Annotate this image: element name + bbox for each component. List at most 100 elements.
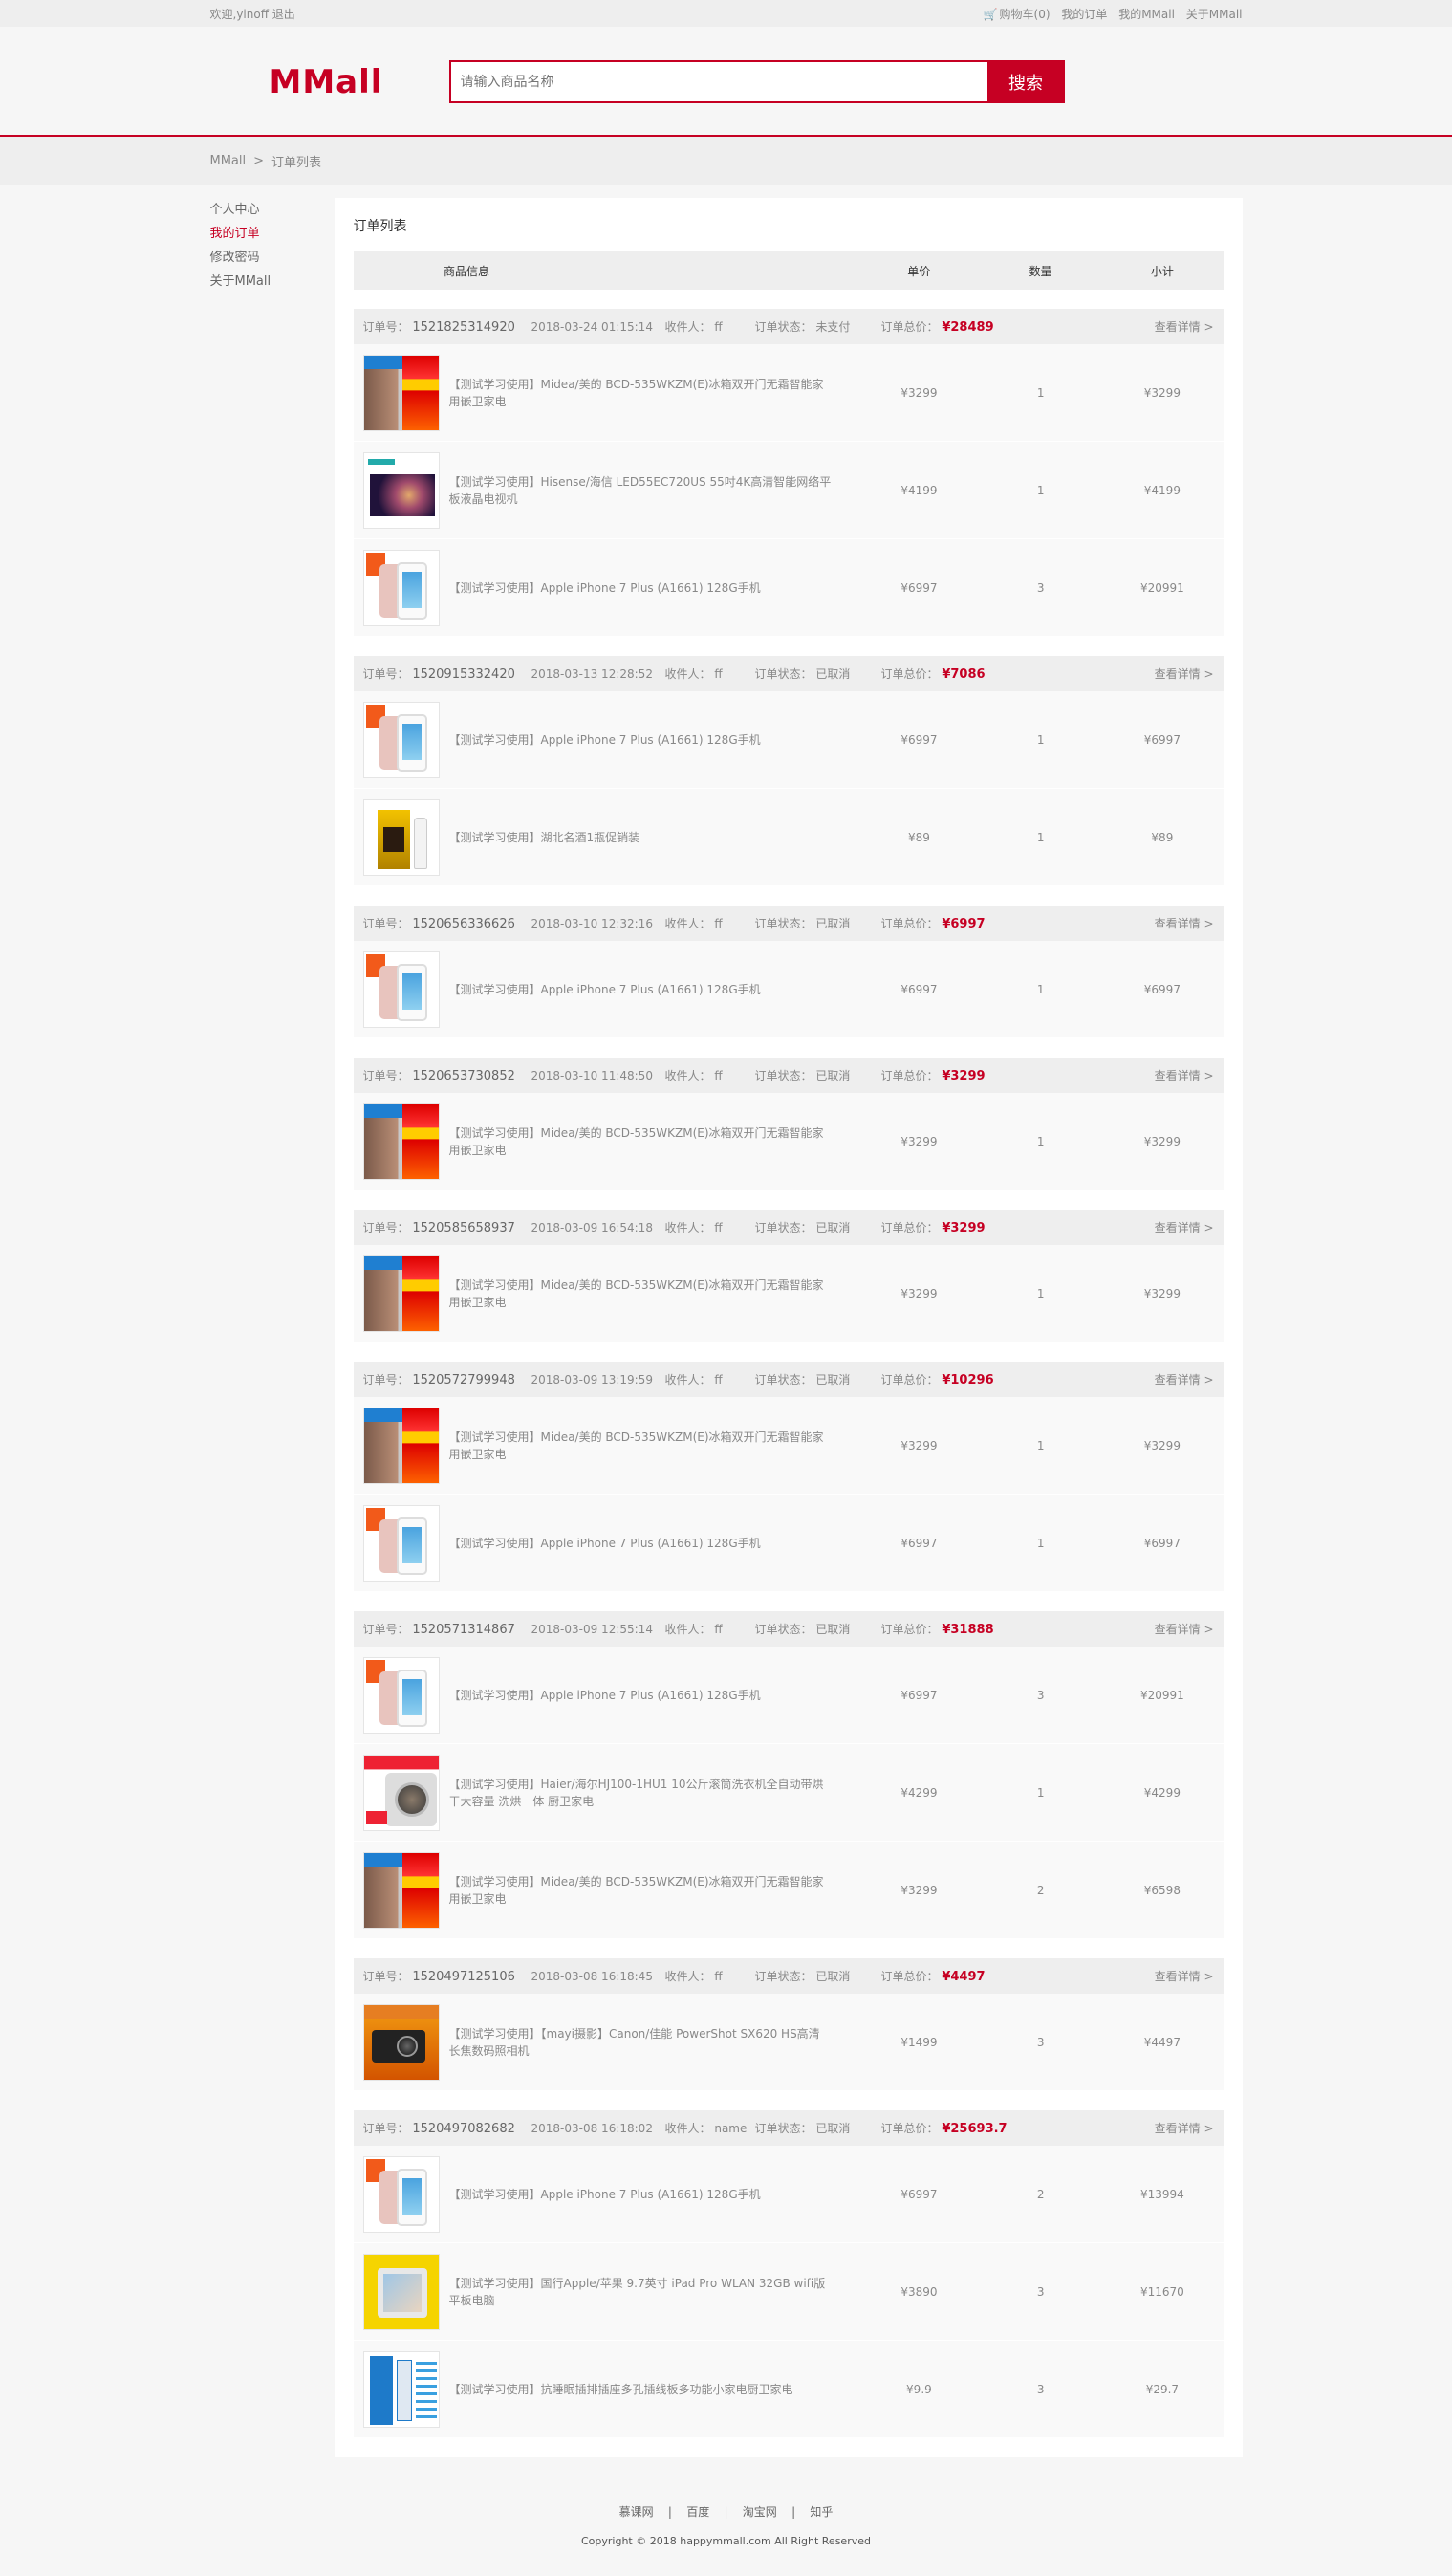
- product-name-link[interactable]: 【测试学习使用】Apple iPhone 7 Plus (A1661) 128G…: [449, 579, 832, 597]
- product-name-link[interactable]: 【测试学习使用】Midea/美的 BCD-535WKZM(E)冰箱双开门无霜智能…: [449, 1277, 832, 1311]
- phone-product-image[interactable]: [362, 1656, 440, 1734]
- product-price: ¥3299: [900, 385, 938, 400]
- my-orders-link[interactable]: 我的订单: [1053, 8, 1107, 21]
- product-subtotal: ¥3299: [1143, 1286, 1181, 1300]
- order-header: 订单号： 1520915332420 2018-03-13 12:28:52 收件人…: [353, 656, 1224, 691]
- fridge-product-image[interactable]: [362, 1407, 440, 1484]
- order-item-row: 【测试学习使用】Midea/美的 BCD-535WKZM(E)冰箱双开门无霜智能…: [353, 1245, 1224, 1343]
- order-block: 订单号： 1520497125106 2018-03-08 16:18:45 收件人…: [353, 1958, 1224, 2091]
- order-item-row: 【测试学习使用】Hisense/海信 LED55EC720US 55吋4K高清智…: [353, 442, 1224, 539]
- order-number: 订单号： 1520585658937: [362, 1221, 515, 1235]
- order-time: 2018-03-09 16:54:18: [531, 1220, 653, 1234]
- my-mmall-link[interactable]: 我的MMall: [1111, 8, 1175, 21]
- sidebar-item-change-password[interactable]: 修改密码: [210, 246, 335, 270]
- product-price: ¥6997: [900, 2187, 938, 2201]
- logout-link[interactable]: 退出: [272, 8, 295, 21]
- order-header: 订单号： 1520572799948 2018-03-09 13:19:59 收件人…: [353, 1362, 1224, 1397]
- footer-link-baidu[interactable]: 百度: [686, 2505, 709, 2519]
- order-detail-link[interactable]: 查看详情 >: [1155, 1371, 1214, 1387]
- product-subtotal: ¥29.7: [1145, 2382, 1180, 2396]
- product-name-link[interactable]: 【测试学习使用】Apple iPhone 7 Plus (A1661) 128G…: [449, 1687, 832, 1704]
- product-quantity: 1: [1036, 1536, 1045, 1550]
- order-number: 订单号： 1520572799948: [362, 1373, 515, 1387]
- order-number: 订单号： 1520656336626: [362, 917, 515, 931]
- fridge-product-image[interactable]: [362, 1851, 440, 1929]
- product-info: 【测试学习使用】Apple iPhone 7 Plus (A1661) 128G…: [354, 950, 858, 1028]
- product-name-link[interactable]: 【测试学习使用】Apple iPhone 7 Plus (A1661) 128G…: [449, 2186, 832, 2203]
- order-detail-link[interactable]: 查看详情 >: [1155, 666, 1214, 682]
- order-detail-link[interactable]: 查看详情 >: [1155, 1621, 1214, 1637]
- product-name-link[interactable]: 【测试学习使用】Midea/美的 BCD-535WKZM(E)冰箱双开门无霜智能…: [449, 1873, 832, 1908]
- footer-link-zhihu[interactable]: 知乎: [810, 2505, 833, 2519]
- phone-product-image[interactable]: [362, 701, 440, 778]
- order-time: 2018-03-09 12:55:14: [531, 1622, 653, 1636]
- product-name-link[interactable]: 【测试学习使用】Apple iPhone 7 Plus (A1661) 128G…: [449, 1535, 832, 1552]
- product-name-link[interactable]: 【测试学习使用】Midea/美的 BCD-535WKZM(E)冰箱双开门无霜智能…: [449, 376, 832, 410]
- ipad-product-image[interactable]: [362, 2253, 440, 2330]
- order-number: 订单号： 1520571314867: [362, 1623, 515, 1637]
- column-header-product: 商品信息: [443, 264, 489, 278]
- order-detail-link[interactable]: 查看详情 >: [1155, 1219, 1214, 1235]
- product-name-link[interactable]: 【测试学习使用】Hisense/海信 LED55EC720US 55吋4K高清智…: [449, 473, 832, 508]
- liquor-product-image[interactable]: [362, 798, 440, 876]
- product-name-link[interactable]: 【测试学习使用】Midea/美的 BCD-535WKZM(E)冰箱双开门无霜智能…: [449, 1124, 832, 1159]
- about-link[interactable]: 关于MMall: [1179, 8, 1243, 21]
- order-block: 订单号： 1520585658937 2018-03-09 16:54:18 收件人…: [353, 1210, 1224, 1343]
- product-price: ¥9.9: [906, 2382, 932, 2396]
- footer-divider: |: [713, 2505, 739, 2519]
- order-item-row: 【测试学习使用】【mayi摄影】Canon/佳能 PowerShot SX620…: [353, 1994, 1224, 2091]
- product-name-link[interactable]: 【测试学习使用】Midea/美的 BCD-535WKZM(E)冰箱双开门无霜智能…: [449, 1429, 832, 1463]
- search-input[interactable]: [448, 60, 987, 103]
- sidebar-item-my-orders[interactable]: 我的订单: [210, 222, 335, 246]
- camera-product-image[interactable]: [362, 2003, 440, 2081]
- product-price: ¥6997: [900, 982, 938, 996]
- order-detail-link[interactable]: 查看详情 >: [1155, 318, 1214, 335]
- order-header: 订单号： 1520497125106 2018-03-08 16:18:45 收件人…: [353, 1958, 1224, 1994]
- product-quantity: 1: [1036, 732, 1045, 747]
- phone-product-image[interactable]: [362, 950, 440, 1028]
- footer-link-imooc[interactable]: 慕课网: [619, 2505, 654, 2519]
- order-total: 订单总价： ¥3299: [880, 1221, 986, 1235]
- order-number: 订单号： 1520915332420: [362, 667, 515, 682]
- order-detail-link[interactable]: 查看详情 >: [1155, 915, 1214, 931]
- order-receiver: 收件人： ff: [664, 1373, 723, 1386]
- search-button[interactable]: 搜索: [986, 60, 1065, 103]
- product-name-link[interactable]: 【测试学习使用】Apple iPhone 7 Plus (A1661) 128G…: [449, 731, 832, 749]
- order-time: 2018-03-10 12:32:16: [531, 916, 653, 930]
- product-quantity: 1: [1036, 830, 1045, 844]
- power-strip-product-image[interactable]: [362, 2350, 440, 2428]
- order-block: 订单号： 1520653730852 2018-03-10 11:48:50 收件人…: [353, 1058, 1224, 1190]
- order-detail-link[interactable]: 查看详情 >: [1155, 1067, 1214, 1083]
- site-logo[interactable]: MMall: [210, 63, 392, 101]
- product-quantity: 2: [1036, 1883, 1045, 1897]
- washer-product-image[interactable]: [362, 1754, 440, 1831]
- order-detail-link[interactable]: 查看详情 >: [1155, 2120, 1214, 2136]
- cart-link[interactable]: 🛒 购物车(0): [976, 8, 1051, 21]
- product-name-link[interactable]: 【测试学习使用】【mayi摄影】Canon/佳能 PowerShot SX620…: [449, 2025, 832, 2060]
- product-info: 【测试学习使用】Midea/美的 BCD-535WKZM(E)冰箱双开门无霜智能…: [354, 1102, 858, 1180]
- product-name-link[interactable]: 【测试学习使用】Haier/海尔HJ100-1HU1 10公斤滚筒洗衣机全自动带…: [449, 1776, 832, 1810]
- order-header: 订单号： 1520656336626 2018-03-10 12:32:16 收件人…: [353, 906, 1224, 941]
- phone-product-image[interactable]: [362, 549, 440, 626]
- phone-product-image[interactable]: [362, 1504, 440, 1582]
- product-info: 【测试学习使用】Apple iPhone 7 Plus (A1661) 128G…: [354, 1656, 858, 1734]
- order-block: 订单号： 1521825314920 2018-03-24 01:15:14 收件人…: [353, 309, 1224, 637]
- fridge-product-image[interactable]: [362, 1255, 440, 1332]
- order-total: 订单总价： ¥3299: [880, 1069, 986, 1083]
- tv-product-image[interactable]: [362, 451, 440, 529]
- fridge-product-image[interactable]: [362, 354, 440, 431]
- sidebar-item-user-center[interactable]: 个人中心: [210, 198, 335, 222]
- product-name-link[interactable]: 【测试学习使用】抗睡眠插排插座多孔插线板多功能小家电厨卫家电: [449, 2381, 832, 2398]
- phone-product-image[interactable]: [362, 2155, 440, 2233]
- product-name-link[interactable]: 【测试学习使用】国行Apple/苹果 9.7英寸 iPad Pro WLAN 3…: [449, 2275, 832, 2309]
- order-item-row: 【测试学习使用】Apple iPhone 7 Plus (A1661) 128G…: [353, 1647, 1224, 1744]
- product-info: 【测试学习使用】【mayi摄影】Canon/佳能 PowerShot SX620…: [354, 2003, 858, 2081]
- product-name-link[interactable]: 【测试学习使用】Apple iPhone 7 Plus (A1661) 128G…: [449, 981, 832, 998]
- order-detail-link[interactable]: 查看详情 >: [1155, 1968, 1214, 1984]
- fridge-product-image[interactable]: [362, 1102, 440, 1180]
- breadcrumb-home[interactable]: MMall: [210, 154, 247, 168]
- footer-link-taobao[interactable]: 淘宝网: [743, 2505, 777, 2519]
- sidebar-item-about[interactable]: 关于MMall: [210, 270, 335, 294]
- product-name-link[interactable]: 【测试学习使用】湖北名酒1瓶促销装: [449, 829, 832, 846]
- welcome-area: 欢迎,yinoff 退出: [210, 6, 295, 22]
